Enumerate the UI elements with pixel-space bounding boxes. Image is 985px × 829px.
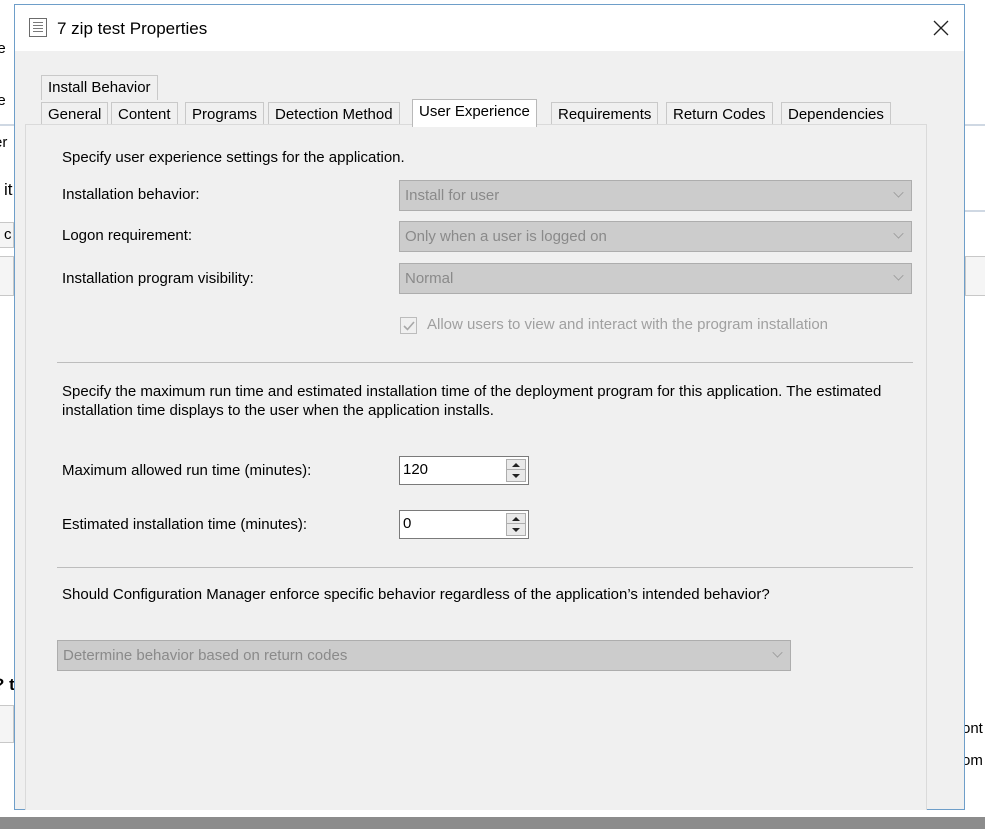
enforce-question-text: Should Configuration Manager enforce spe… bbox=[62, 586, 770, 603]
tab-label: Install Behavior bbox=[48, 79, 151, 96]
select-value: Normal bbox=[405, 270, 454, 287]
bg-fragment: ? t bbox=[0, 675, 15, 694]
bottom-strip bbox=[0, 809, 985, 817]
spinner-value: 0 bbox=[403, 515, 412, 532]
select-value: Determine behavior based on return codes bbox=[63, 647, 348, 664]
select-value: Only when a user is logged on bbox=[405, 228, 607, 245]
bg-fragment: om bbox=[962, 752, 983, 769]
close-button[interactable] bbox=[928, 15, 954, 41]
spinner-up-arrow-icon[interactable] bbox=[507, 514, 525, 524]
section-divider bbox=[57, 362, 913, 363]
close-icon bbox=[933, 20, 949, 36]
max-runtime-spinner[interactable]: 120 bbox=[399, 456, 529, 485]
checkmark-icon bbox=[403, 321, 415, 331]
spinner-value: 120 bbox=[403, 461, 429, 478]
properties-icon bbox=[29, 18, 47, 37]
bg-field bbox=[0, 256, 14, 296]
tab-label: Return Codes bbox=[673, 106, 766, 123]
tab-label: Content bbox=[118, 106, 171, 123]
enforce-behavior-select[interactable]: Determine behavior based on return codes bbox=[57, 640, 791, 671]
installation-behavior-select[interactable]: Install for user bbox=[399, 180, 912, 211]
chevron-down-icon bbox=[772, 647, 783, 658]
taskbar-strip bbox=[0, 817, 985, 829]
tab-label: Requirements bbox=[558, 106, 652, 123]
bg-fragment: ie bbox=[0, 40, 6, 57]
chevron-down-icon bbox=[893, 270, 904, 281]
program-visibility-label: Installation program visibility: bbox=[62, 270, 254, 287]
title-bar[interactable]: 7 zip test Properties bbox=[15, 5, 964, 51]
section-divider bbox=[57, 567, 913, 568]
bg-fragment: c bbox=[4, 226, 12, 243]
logon-requirement-select[interactable]: Only when a user is logged on bbox=[399, 221, 912, 252]
bg-fragment: it bbox=[4, 180, 13, 199]
bg-divider bbox=[0, 124, 14, 126]
bg-divider bbox=[965, 124, 985, 126]
spinner-down-arrow-icon[interactable] bbox=[507, 471, 525, 481]
tab-label: User Experience bbox=[419, 103, 530, 120]
installation-behavior-label: Installation behavior: bbox=[62, 186, 200, 203]
bg-fragment: er bbox=[0, 134, 8, 151]
spinner-buttons bbox=[506, 513, 526, 536]
logon-requirement-label: Logon requirement: bbox=[62, 227, 193, 244]
dialog-title: 7 zip test Properties bbox=[57, 19, 208, 38]
tab-user-experience[interactable]: User Experience bbox=[412, 99, 537, 127]
tab-label: General bbox=[48, 106, 102, 123]
select-value: Install for user bbox=[405, 187, 500, 204]
chevron-down-icon bbox=[893, 228, 904, 239]
tab-label: Detection Method bbox=[275, 106, 393, 123]
max-runtime-label: Maximum allowed run time (minutes): bbox=[62, 462, 312, 479]
bg-field bbox=[0, 705, 14, 743]
spinner-down-arrow-icon[interactable] bbox=[507, 525, 525, 535]
bg-fragment: ont bbox=[962, 720, 983, 737]
runtime-intro-text: Specify the maximum run time and estimat… bbox=[62, 383, 882, 419]
bg-fragment: ie bbox=[0, 92, 6, 109]
spinner-buttons bbox=[506, 459, 526, 482]
ux-intro-text: Specify user experience settings for the… bbox=[62, 149, 405, 166]
tab-label: Dependencies bbox=[788, 106, 884, 123]
chevron-down-icon bbox=[893, 187, 904, 198]
estimated-time-label: Estimated installation time (minutes): bbox=[62, 516, 308, 533]
allow-interact-label: Allow users to view and interact with th… bbox=[427, 316, 829, 333]
allow-interact-checkbox[interactable] bbox=[400, 317, 417, 334]
estimated-time-spinner[interactable]: 0 bbox=[399, 510, 529, 539]
tab-install-behavior[interactable]: Install Behavior bbox=[41, 75, 158, 100]
spinner-up-arrow-icon[interactable] bbox=[507, 460, 525, 470]
program-visibility-select[interactable]: Normal bbox=[399, 263, 912, 294]
bg-divider bbox=[965, 210, 985, 212]
bg-field bbox=[965, 256, 985, 296]
tab-label: Programs bbox=[192, 106, 258, 123]
